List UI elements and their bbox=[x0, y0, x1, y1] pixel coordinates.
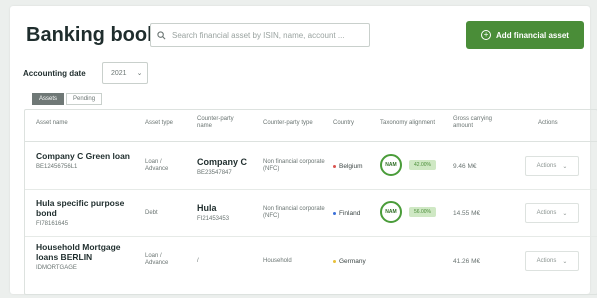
actions-button[interactable]: Actions ⌄ bbox=[525, 156, 579, 176]
asset-type: Loan / Advance bbox=[145, 159, 169, 172]
chevron-down-icon: ⌄ bbox=[136, 70, 143, 77]
counterparty-id: BE23547847 bbox=[197, 170, 232, 176]
asset-name: Hula specific purpose bond FI78161645 bbox=[36, 198, 144, 229]
header-taxonomy: Taxonomy alignment bbox=[380, 120, 436, 126]
accounting-date-label: Accounting date bbox=[23, 69, 86, 78]
counterparty-type: Non financial corporate (NFC) bbox=[263, 159, 325, 172]
actions-label: Actions bbox=[536, 258, 557, 264]
asset-type: Loan / Advance bbox=[145, 253, 169, 266]
country-dot-icon bbox=[333, 212, 336, 215]
taxonomy-pill: 56.00% bbox=[409, 207, 436, 217]
header-asset-type: Asset type bbox=[145, 120, 174, 126]
plus-circle-icon: + bbox=[481, 30, 492, 40]
header-counterparty-name: Counter-party name bbox=[197, 116, 234, 129]
counterparty-name-text: Hula bbox=[197, 203, 217, 213]
asset-name: Company C Green loan BE12456756L1 bbox=[36, 151, 144, 172]
header-actions: Actions bbox=[538, 120, 558, 126]
accounting-date-value: 2021 bbox=[111, 69, 127, 77]
counterparty-type: Household bbox=[263, 258, 292, 264]
taxonomy-pill: 42.00% bbox=[409, 160, 436, 170]
country: Belgium bbox=[333, 163, 362, 170]
counterparty-name: / bbox=[197, 255, 199, 266]
search-input[interactable] bbox=[172, 30, 362, 40]
table-header: Asset name Asset type Counter-party name… bbox=[25, 110, 597, 142]
country: Finland bbox=[333, 210, 360, 217]
taxonomy-ring: NAM bbox=[380, 154, 402, 176]
search-box[interactable] bbox=[150, 23, 370, 47]
counterparty-id: FI21453453 bbox=[197, 216, 230, 222]
actions-button[interactable]: Actions ⌄ bbox=[525, 251, 579, 271]
table-row[interactable]: Hula specific purpose bond FI78161645 De… bbox=[25, 190, 597, 237]
tab-pending[interactable]: Pending bbox=[66, 93, 103, 105]
banking-book-card: Banking book + Add financial asset Accou… bbox=[10, 6, 597, 295]
table-row[interactable]: Household Mortgage loans BERLIN IDMORTGA… bbox=[25, 237, 597, 284]
country-label: Belgium bbox=[339, 163, 363, 170]
country: Germany bbox=[333, 258, 366, 265]
add-financial-asset-button[interactable]: + Add financial asset bbox=[466, 21, 584, 49]
country-label: Germany bbox=[339, 258, 366, 265]
accounting-date-select[interactable]: 2021 ⌄ bbox=[102, 62, 148, 84]
chevron-down-icon: ⌄ bbox=[562, 210, 568, 217]
counterparty-type: Non financial corporate (NFC) bbox=[263, 206, 325, 219]
tab-assets[interactable]: Assets bbox=[32, 93, 65, 105]
tab-bar: Assets Pending bbox=[32, 93, 103, 105]
counterparty-name: Hula FI21453453 bbox=[197, 203, 229, 224]
actions-label: Actions bbox=[536, 163, 557, 169]
taxonomy-alignment: NAM 42.00% bbox=[380, 154, 436, 176]
header-country: Country bbox=[333, 120, 355, 126]
header-asset-name: Asset name bbox=[36, 120, 68, 126]
chevron-down-icon: ⌄ bbox=[562, 163, 568, 170]
page-title: Banking book bbox=[26, 24, 159, 46]
header-amount: Gross carrying amount bbox=[453, 116, 493, 129]
asset-id: FI78161645 bbox=[36, 221, 69, 227]
country-label: Finland bbox=[339, 210, 361, 217]
gross-amount: 9.46 M€ bbox=[453, 163, 477, 170]
search-icon bbox=[157, 30, 166, 39]
gross-amount: 41.26 M€ bbox=[453, 258, 481, 265]
asset-name-text: Hula specific purpose bond bbox=[36, 198, 125, 218]
asset-id: BE12456756L1 bbox=[36, 164, 78, 170]
header-counterparty-type: Counter-party type bbox=[263, 120, 313, 126]
asset-id: IDMORTGAGE bbox=[36, 265, 77, 271]
asset-name-text: Company C Green loan bbox=[36, 151, 130, 161]
asset-name-text: Household Mortgage loans BERLIN bbox=[36, 242, 121, 262]
chevron-down-icon: ⌄ bbox=[562, 258, 568, 265]
taxonomy-alignment: NAM 56.00% bbox=[380, 201, 436, 223]
add-financial-asset-label: Add financial asset bbox=[496, 30, 569, 40]
asset-type: Debt bbox=[145, 210, 158, 216]
actions-label: Actions bbox=[536, 210, 557, 216]
gross-amount: 14.55 M€ bbox=[453, 210, 481, 217]
actions-button[interactable]: Actions ⌄ bbox=[525, 203, 579, 223]
country-dot-icon bbox=[333, 165, 336, 168]
counterparty-name: Company C BE23547847 bbox=[197, 157, 247, 178]
asset-name: Household Mortgage loans BERLIN IDMORTGA… bbox=[36, 242, 144, 273]
counterparty-id: / bbox=[197, 258, 199, 264]
counterparty-name-text: Company C bbox=[197, 157, 248, 167]
country-dot-icon bbox=[333, 260, 336, 263]
taxonomy-ring: NAM bbox=[380, 201, 402, 223]
table-row[interactable]: Company C Green loan BE12456756L1 Loan /… bbox=[25, 143, 597, 190]
assets-table: Asset name Asset type Counter-party name… bbox=[24, 109, 597, 295]
